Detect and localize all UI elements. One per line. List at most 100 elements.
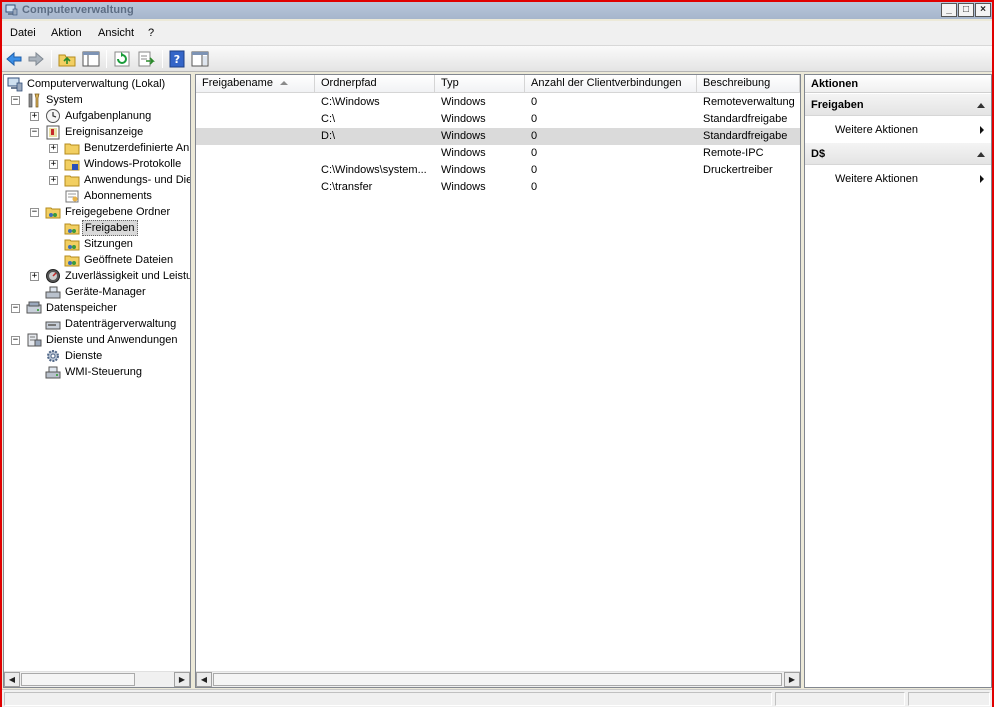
column-header-ordnerpfad[interactable]: Ordnerpfad — [315, 75, 435, 93]
tree-expander[interactable]: − — [11, 96, 20, 105]
tree-label: Geöffnete Dateien — [84, 254, 174, 266]
sort-ascending-icon — [280, 81, 288, 85]
computer-management-icon — [5, 4, 18, 16]
list-horizontal-scrollbar[interactable]: ◀ ▶ — [196, 671, 800, 687]
scroll-right-button[interactable]: ▶ — [174, 672, 190, 687]
close-button[interactable]: × — [975, 3, 991, 17]
scroll-thumb[interactable] — [213, 673, 782, 686]
cell-beschreibung: Standardfreigabe — [703, 113, 788, 125]
cell-beschreibung: Remote-IPC — [703, 147, 764, 159]
table-row[interactable]: D$D:\Windows0Standardfreigabe — [196, 128, 800, 145]
cell-typ: Windows — [441, 181, 486, 193]
action-group-freigaben[interactable]: Freigaben — [805, 94, 991, 116]
computer-management-window: Computerverwaltung _ □ × Datei Aktion An… — [0, 0, 994, 707]
cell-typ: Windows — [441, 96, 486, 108]
refresh-icon[interactable] — [112, 49, 132, 69]
cell-anzahl: 0 — [531, 147, 538, 159]
computer-management-icon — [7, 77, 23, 92]
shared-folder-icon — [64, 255, 80, 267]
actions-pane: Aktionen Freigaben Weitere Aktionen D$ W… — [804, 74, 992, 688]
export-list-icon[interactable] — [136, 49, 156, 69]
shared-folder-icon — [45, 207, 61, 219]
action-group-d-share[interactable]: D$ — [805, 143, 991, 165]
scroll-left-button[interactable]: ◀ — [196, 672, 212, 687]
menu-bar: Datei Aktion Ansicht ? — [2, 21, 992, 46]
tree-expander[interactable]: + — [49, 176, 58, 185]
cell-ordnerpfad: D:\ — [321, 130, 336, 142]
toolbar-separator — [51, 50, 52, 68]
menu-aktion[interactable]: Aktion — [51, 27, 82, 39]
gear-icon — [47, 350, 59, 362]
tree-expander[interactable]: + — [49, 144, 58, 153]
column-header-anzahl[interactable]: Anzahl der Clientverbindungen — [525, 75, 697, 93]
cell-beschreibung: Remoteverwaltung — [703, 96, 795, 108]
menu-datei[interactable]: Datei — [10, 27, 36, 39]
status-bar — [2, 689, 992, 707]
table-row[interactable]: transferC:\transferWindows0 — [196, 179, 800, 196]
tree-expander[interactable]: + — [49, 160, 58, 169]
action-weitere-aktionen-freigaben[interactable]: Weitere Aktionen — [805, 120, 991, 140]
scroll-left-button[interactable]: ◀ — [4, 672, 20, 687]
cell-typ: Windows — [441, 130, 486, 142]
tree-expander[interactable]: + — [30, 272, 39, 281]
menu-ansicht[interactable]: Ansicht — [98, 27, 134, 39]
scroll-right-button[interactable]: ▶ — [784, 672, 800, 687]
disk-management-icon — [45, 321, 61, 330]
toolbar-separator — [162, 50, 163, 68]
tree-expander[interactable]: − — [11, 304, 20, 313]
show-hide-tree-icon[interactable] — [81, 49, 101, 69]
navigation-tree[interactable]: Computerverwaltung (Lokal) − System + Au… — [3, 74, 191, 688]
collapse-icon[interactable] — [977, 152, 985, 157]
event-viewer-icon — [46, 125, 60, 140]
cell-typ: Windows — [441, 147, 486, 159]
folder-icon — [64, 143, 80, 155]
scroll-thumb[interactable] — [21, 673, 135, 686]
storage-icon — [26, 301, 42, 314]
cell-typ: Windows — [441, 164, 486, 176]
column-header-freigabename[interactable]: Freigabename — [196, 75, 315, 93]
table-row[interactable]: ADMIN$C:\WindowsWindows0Remoteverwaltung — [196, 94, 800, 111]
back-icon[interactable] — [4, 49, 24, 69]
action-label: Weitere Aktionen — [835, 173, 918, 185]
folder-icon — [64, 175, 80, 187]
tree-expander[interactable]: − — [30, 128, 39, 137]
cell-anzahl: 0 — [531, 130, 538, 142]
tree-label: System — [46, 94, 83, 106]
tree-expander[interactable]: − — [30, 208, 39, 217]
tree-expander[interactable]: − — [11, 336, 20, 345]
submenu-arrow-icon — [980, 126, 984, 134]
tree-expander[interactable]: + — [30, 112, 39, 121]
performance-icon — [46, 269, 60, 283]
svg-text:?: ? — [174, 53, 180, 66]
table-row[interactable]: IPC$Windows0Remote-IPC — [196, 145, 800, 162]
tree-label: Ereignisanzeige — [65, 126, 144, 138]
collapse-icon[interactable] — [977, 103, 985, 108]
up-folder-icon[interactable] — [57, 49, 77, 69]
maximize-button[interactable]: □ — [958, 3, 974, 17]
table-row[interactable]: print$C:\Windows\system...Windows0Drucke… — [196, 162, 800, 179]
forward-icon[interactable] — [26, 49, 46, 69]
tree-label: Dienste und Anwendungen — [46, 334, 178, 346]
cell-beschreibung: Standardfreigabe — [703, 130, 788, 142]
status-panel-3 — [908, 692, 990, 706]
title-bar[interactable]: Computerverwaltung _ □ × — [2, 2, 992, 19]
tree-horizontal-scrollbar[interactable]: ◀ ▶ — [4, 671, 190, 687]
column-header-typ[interactable]: Typ — [435, 75, 525, 93]
cell-anzahl: 0 — [531, 96, 538, 108]
table-row[interactable]: C$C:\Windows0Standardfreigabe — [196, 111, 800, 128]
show-hide-action-pane-icon[interactable] — [190, 49, 210, 69]
tree-label: Sitzungen — [84, 238, 133, 250]
shares-list[interactable]: Freigabename Ordnerpfad Typ Anzahl der C… — [195, 74, 801, 688]
column-header-beschreibung[interactable]: Beschreibung — [697, 75, 800, 93]
minimize-button[interactable]: _ — [941, 3, 957, 17]
tree-label: Computerverwaltung (Lokal) — [27, 78, 166, 90]
action-label: Weitere Aktionen — [835, 124, 918, 136]
tree-label: Anwendungs- und Die — [84, 174, 191, 186]
help-icon[interactable]: ? — [167, 49, 187, 69]
subscriptions-icon — [65, 190, 79, 203]
action-weitere-aktionen-d-share[interactable]: Weitere Aktionen — [805, 169, 991, 189]
status-panel-main — [4, 692, 772, 706]
cell-anzahl: 0 — [531, 181, 538, 193]
menu-help[interactable]: ? — [148, 27, 154, 39]
cell-ordnerpfad: C:\transfer — [321, 181, 373, 193]
